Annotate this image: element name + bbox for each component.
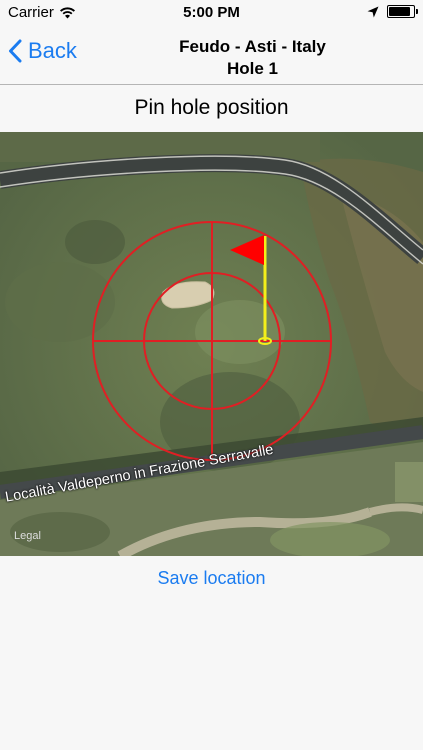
status-time: 5:00 PM — [183, 4, 240, 21]
battery-level — [389, 7, 410, 16]
status-right-group — [367, 5, 418, 18]
page-title: Pin hole position — [134, 96, 289, 119]
satellite-map[interactable]: Località Valdeperno in Frazione Serraval… — [0, 132, 423, 556]
save-location-button[interactable]: Save location — [0, 568, 423, 589]
chevron-left-icon — [9, 39, 22, 63]
legal-link[interactable]: Legal — [14, 530, 41, 542]
nav-title: Feudo - Asti - Italy Hole 1 — [120, 36, 385, 80]
pin-flag-icon[interactable] — [230, 235, 272, 345]
status-bar: Carrier 5:00 PM — [0, 0, 423, 28]
battery-icon — [387, 5, 418, 18]
nav-title-course: Feudo - Asti - Italy — [179, 37, 326, 56]
location-arrow-icon — [367, 6, 379, 17]
back-button[interactable]: Back — [8, 38, 77, 64]
back-label: Back — [28, 38, 77, 63]
navigation-bar: Back Feudo - Asti - Italy Hole 1 — [0, 28, 423, 85]
nav-title-hole: Hole 1 — [226, 59, 279, 78]
